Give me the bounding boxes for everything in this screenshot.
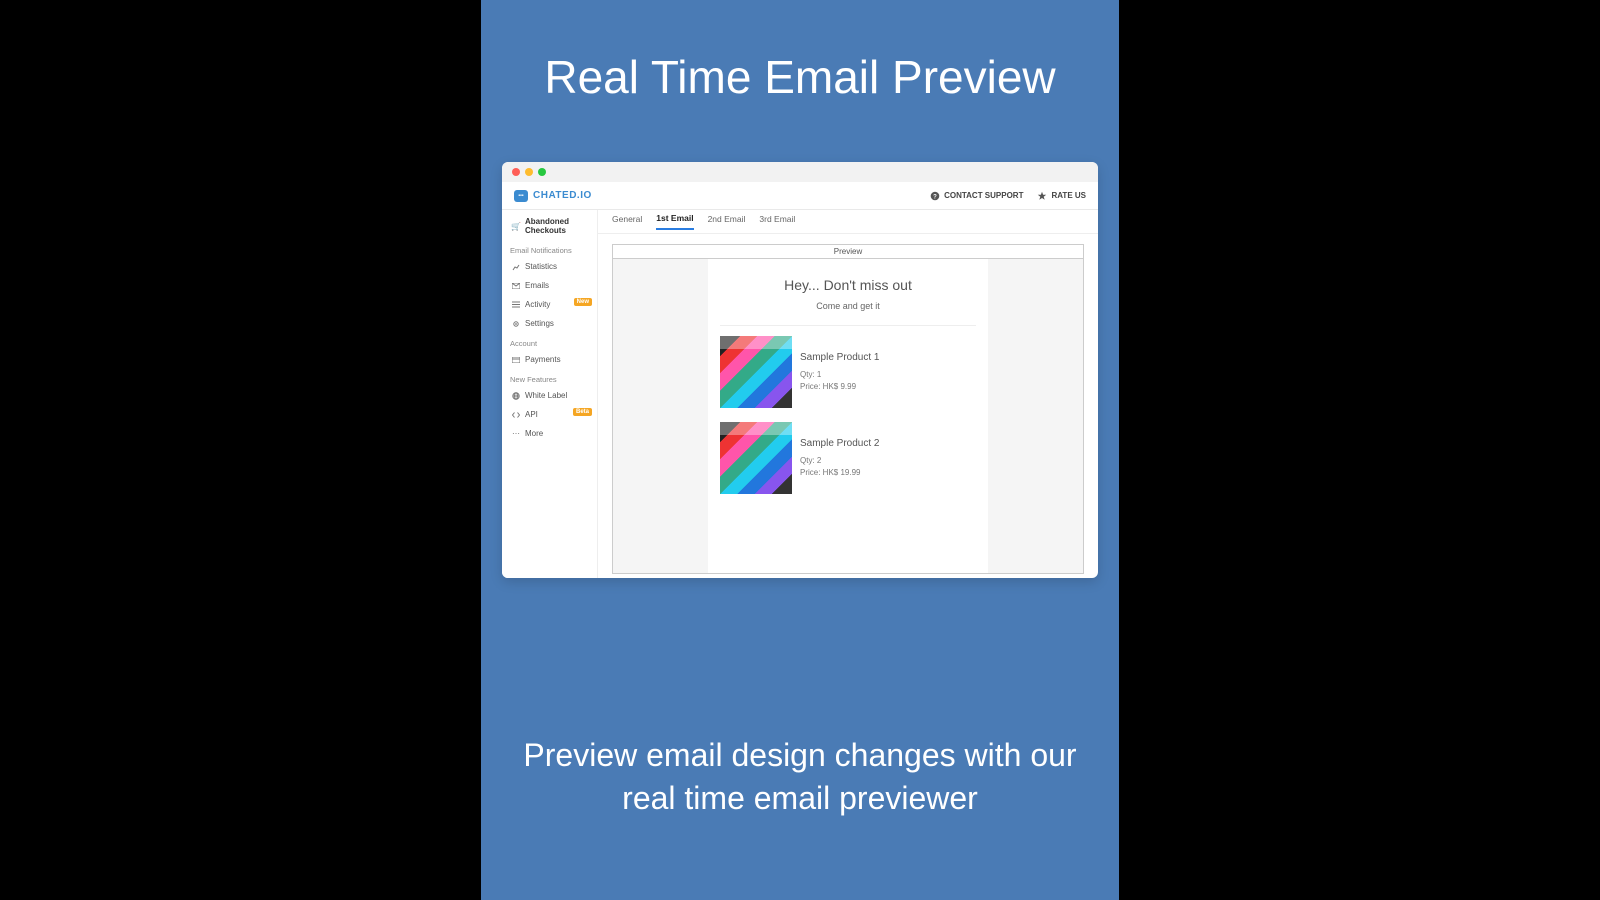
sidebar-item-label: API xyxy=(525,410,538,419)
main-panel: General 1st Email 2nd Email 3rd Email Pr… xyxy=(598,210,1098,578)
traffic-zoom-icon[interactable] xyxy=(538,168,546,176)
preview-panel: Preview Hey... Don't miss out Come and g… xyxy=(598,234,1098,578)
dots-icon: ⋯ xyxy=(512,430,520,438)
email-subhead: Come and get it xyxy=(720,301,976,311)
email-preview: Hey... Don't miss out Come and get it Sa… xyxy=(708,259,988,573)
product-price: Price: HK$ 9.99 xyxy=(800,381,880,392)
sidebar-item-label: Abandoned Checkouts xyxy=(525,217,591,235)
product-row: Sample Product 2 Qty: 2 Price: HK$ 19.99 xyxy=(720,422,976,494)
preview-label: Preview xyxy=(612,244,1084,258)
tab-general[interactable]: General xyxy=(612,214,642,229)
tab-bar: General 1st Email 2nd Email 3rd Email xyxy=(598,210,1098,234)
sidebar-item-label: More xyxy=(525,429,543,438)
rate-us-link[interactable]: RATE US xyxy=(1037,191,1086,201)
help-icon: ? xyxy=(930,191,940,201)
sidebar-section-account: Account xyxy=(502,333,597,350)
sidebar-section-notifications: Email Notifications xyxy=(502,240,597,257)
brand-name: CHATED.IO xyxy=(533,190,592,201)
sidebar-item-statistics[interactable]: Statistics xyxy=(502,257,597,276)
sidebar-item-abandoned-checkouts[interactable]: 🛒 Abandoned Checkouts xyxy=(502,210,597,240)
product-name: Sample Product 2 xyxy=(800,438,880,449)
tab-first-email[interactable]: 1st Email xyxy=(656,213,693,230)
promo-slide: Real Time Email Preview CHATED.IO ? CONT… xyxy=(481,0,1119,900)
sidebar-item-label: White Label xyxy=(525,391,567,400)
rate-us-label: RATE US xyxy=(1051,191,1086,200)
traffic-close-icon[interactable] xyxy=(512,168,520,176)
sidebar-item-label: Statistics xyxy=(525,262,557,271)
sidebar-section-new-features: New Features xyxy=(502,369,597,386)
product-qty: Qty: 2 xyxy=(800,455,880,466)
sidebar-item-label: Emails xyxy=(525,281,549,290)
list-icon xyxy=(512,301,520,309)
sidebar-item-label: Settings xyxy=(525,319,554,328)
app-header: CHATED.IO ? CONTACT SUPPORT RATE US xyxy=(502,182,1098,210)
card-icon xyxy=(512,356,520,364)
globe-icon xyxy=(512,392,520,400)
beta-badge: Beta xyxy=(573,408,592,416)
star-icon xyxy=(1037,191,1047,201)
product-row: Sample Product 1 Qty: 1 Price: HK$ 9.99 xyxy=(720,336,976,408)
product-info: Sample Product 2 Qty: 2 Price: HK$ 19.99 xyxy=(800,422,880,494)
sidebar-item-emails[interactable]: Emails xyxy=(502,276,597,295)
email-headline: Hey... Don't miss out xyxy=(720,277,976,293)
tab-third-email[interactable]: 3rd Email xyxy=(759,214,795,229)
svg-text:?: ? xyxy=(933,194,937,200)
slide-caption: Preview email design changes with our re… xyxy=(521,734,1079,820)
slide-title: Real Time Email Preview xyxy=(481,0,1119,104)
product-image xyxy=(720,336,792,408)
chat-bubble-icon xyxy=(514,190,528,202)
mail-icon xyxy=(512,282,520,290)
sidebar-item-payments[interactable]: Payments xyxy=(502,350,597,369)
chart-icon xyxy=(512,263,520,271)
product-image xyxy=(720,422,792,494)
new-badge: New xyxy=(574,298,592,306)
preview-viewport: Hey... Don't miss out Come and get it Sa… xyxy=(612,258,1084,574)
sidebar-item-more[interactable]: ⋯ More xyxy=(502,424,597,443)
divider xyxy=(720,325,976,326)
traffic-minimize-icon[interactable] xyxy=(525,168,533,176)
contact-support-label: CONTACT SUPPORT xyxy=(944,191,1023,200)
sidebar-item-label: Activity xyxy=(525,300,550,309)
code-icon xyxy=(512,411,520,419)
sidebar: 🛒 Abandoned Checkouts Email Notification… xyxy=(502,210,598,578)
sidebar-item-settings[interactable]: Settings xyxy=(502,314,597,333)
sidebar-item-api[interactable]: API Beta xyxy=(502,405,597,424)
sidebar-item-label: Payments xyxy=(525,355,561,364)
contact-support-link[interactable]: ? CONTACT SUPPORT xyxy=(930,191,1023,201)
product-name: Sample Product 1 xyxy=(800,352,880,363)
product-qty: Qty: 1 xyxy=(800,369,880,380)
gear-icon xyxy=(512,320,520,328)
product-price: Price: HK$ 19.99 xyxy=(800,467,880,478)
tab-second-email[interactable]: 2nd Email xyxy=(708,214,746,229)
brand-logo[interactable]: CHATED.IO xyxy=(514,190,592,202)
app-body: 🛒 Abandoned Checkouts Email Notification… xyxy=(502,210,1098,578)
sidebar-item-white-label[interactable]: White Label xyxy=(502,386,597,405)
product-info: Sample Product 1 Qty: 1 Price: HK$ 9.99 xyxy=(800,336,880,408)
cart-icon: 🛒 xyxy=(512,222,520,230)
app-window: CHATED.IO ? CONTACT SUPPORT RATE US 🛒 xyxy=(502,162,1098,578)
sidebar-item-activity[interactable]: Activity New xyxy=(502,295,597,314)
window-titlebar xyxy=(502,162,1098,182)
